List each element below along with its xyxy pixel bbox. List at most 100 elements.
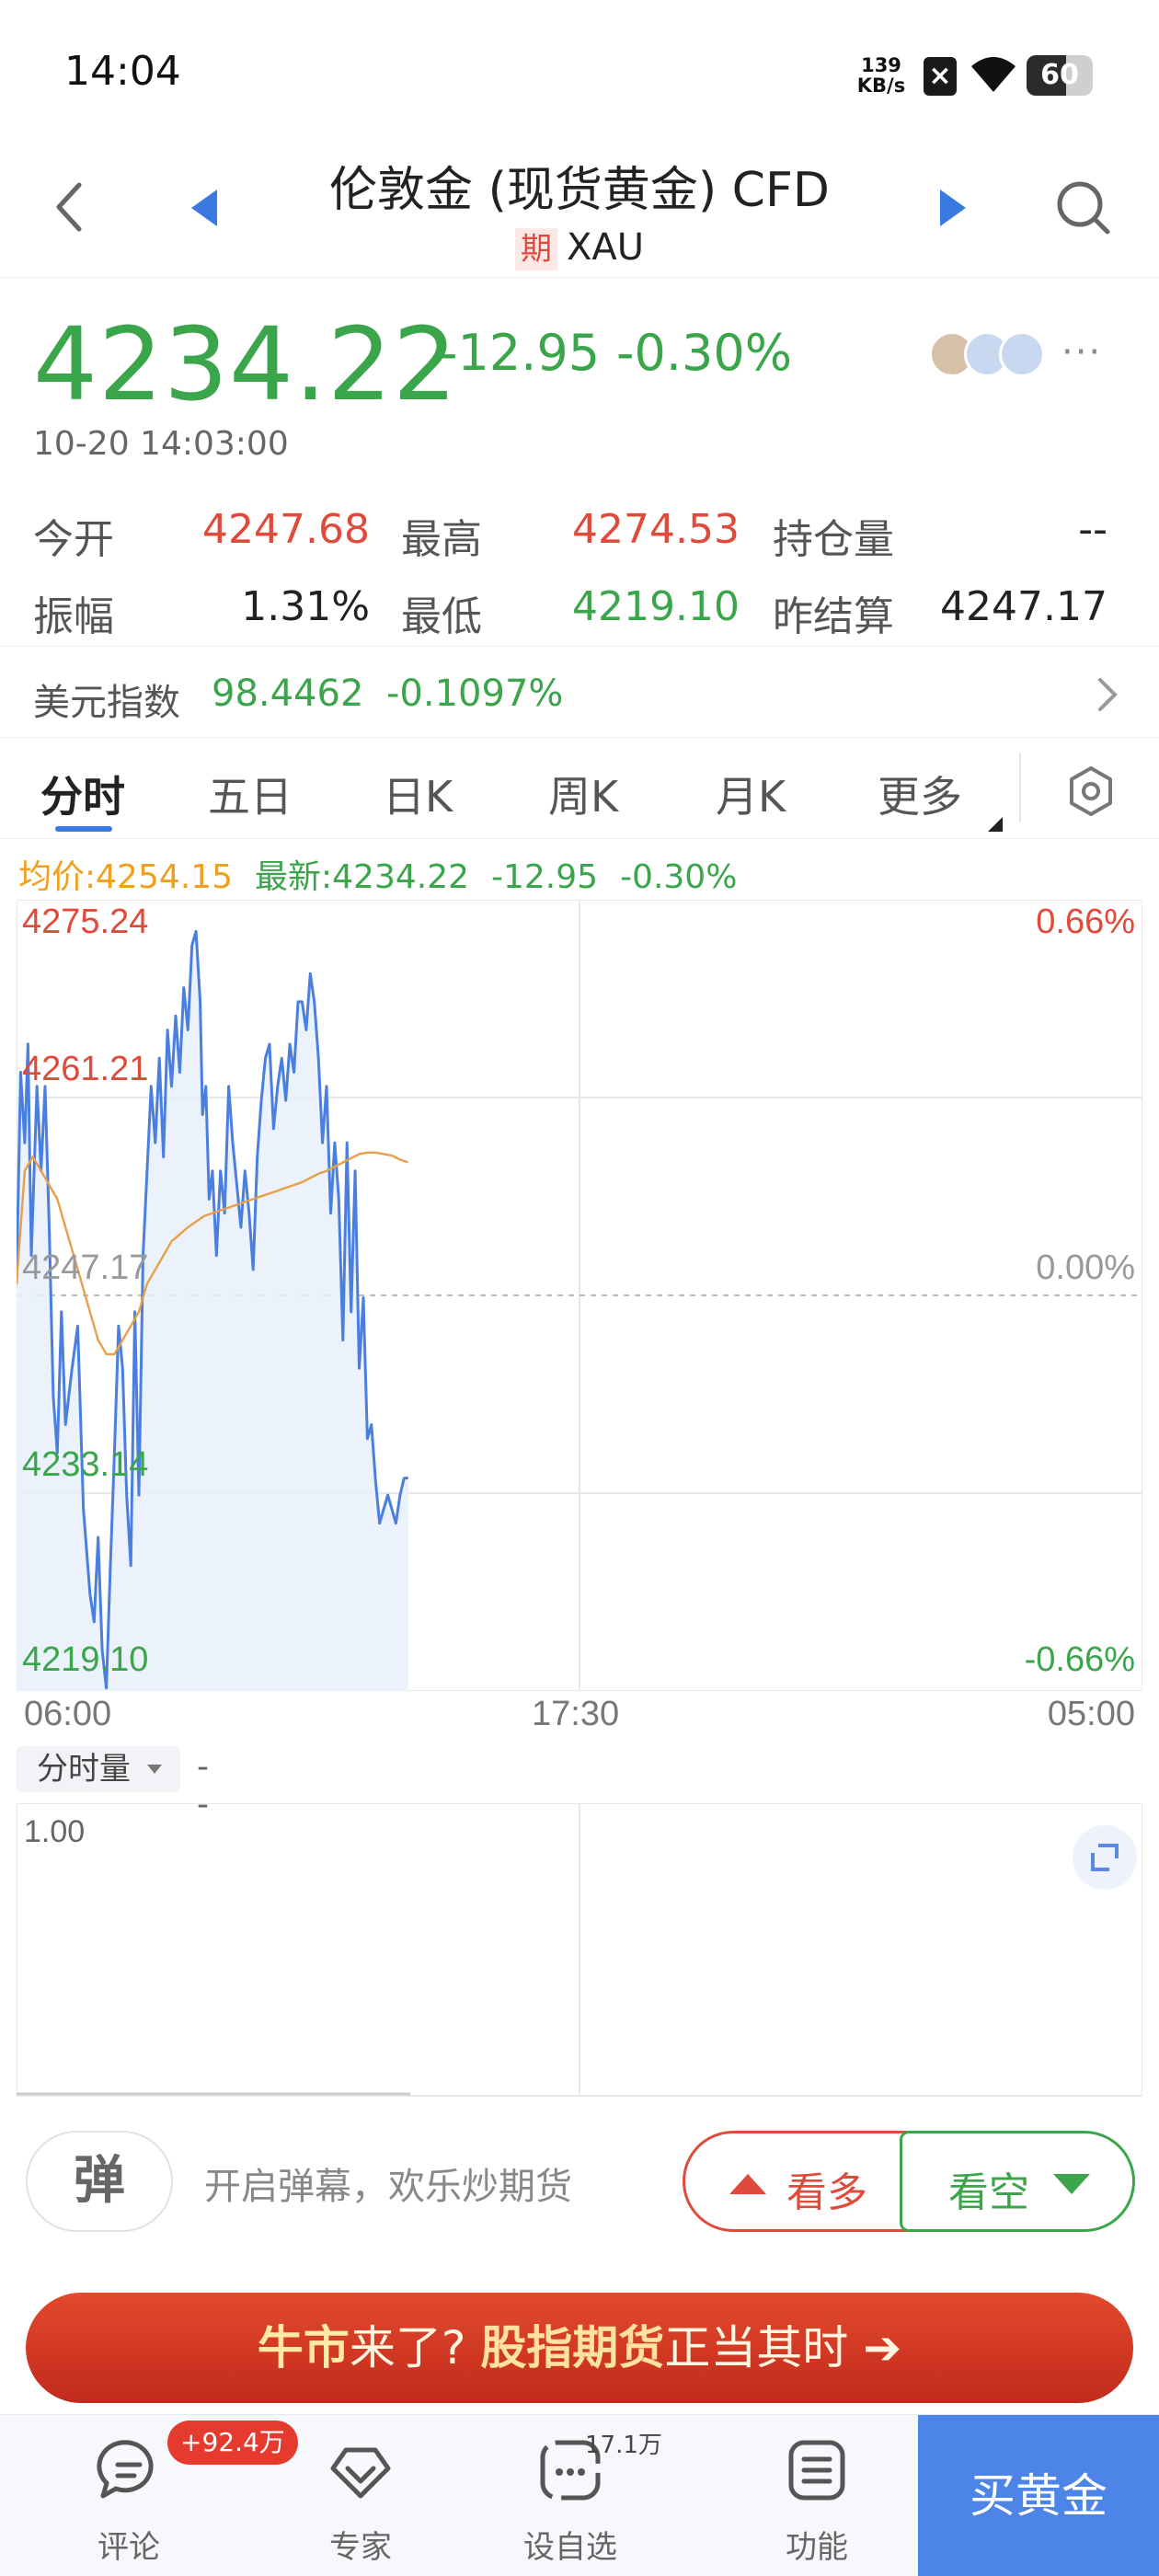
volume-selector-label: 分时量: [37, 1751, 131, 1788]
usd-index-label: 美元指数: [33, 682, 180, 724]
price-change-percent: -0.30%: [616, 324, 793, 382]
instrument-title: 伦敦金 (现货黄金) CFD: [329, 163, 830, 218]
instrument-code: XAU: [566, 226, 645, 269]
battery-icon: 60: [1027, 55, 1093, 96]
action-bar: 弹 开启弹幕，欢乐炒期货 看多 看空: [0, 2116, 1159, 2254]
danmu-toggle-button[interactable]: 弹: [26, 2131, 173, 2232]
usd-index-row[interactable]: 美元指数 98.4462 -0.1097%: [0, 646, 1159, 738]
prev-settle-label: 昨结算: [773, 593, 894, 640]
bearish-arrow-icon: [1053, 2174, 1090, 2194]
expert-icon: [330, 2447, 391, 2499]
quote-panel: 4234.22 -12.95 -0.30% 10-20 14:03:00 ···…: [0, 278, 1159, 644]
more-options-icon[interactable]: ···: [1061, 331, 1102, 374]
clock: 14:04: [64, 48, 181, 95]
quote-timestamp: 10-20 14:03:00: [33, 425, 289, 463]
last-price: 4234.22: [33, 305, 458, 423]
low-label: 最低: [401, 593, 482, 640]
price-change: -12.95: [440, 324, 601, 382]
previous-instrument-icon[interactable]: [191, 190, 217, 226]
nav-comment[interactable]: 评论 +92.4万: [37, 2415, 298, 2576]
nav-functions[interactable]: 功能: [725, 2415, 909, 2576]
tab-weekly-k[interactable]: 周K: [548, 764, 618, 824]
weibo-icon: [999, 331, 1045, 377]
volume-chart[interactable]: 1.00: [17, 1803, 1142, 2098]
price-area-fill: [17, 931, 408, 1691]
chart-settings-icon[interactable]: [1065, 765, 1117, 817]
legend-last-price: 最新:4234.22: [255, 858, 469, 896]
open-interest-label: 持仓量: [773, 516, 894, 563]
open-value: 4247.68: [202, 506, 370, 553]
prev-settle-value: 4247.17: [940, 583, 1107, 630]
tab-intraday[interactable]: 分时: [40, 764, 125, 824]
bullish-button[interactable]: 看多: [683, 2131, 916, 2232]
bullish-label: 看多: [786, 2169, 867, 2216]
usd-index-value: 98.4462: [212, 673, 364, 715]
back-arrow-icon[interactable]: [52, 179, 88, 235]
volume-selector[interactable]: 分时量: [17, 1746, 180, 1792]
percent-tick-label: -0.66%: [1025, 1640, 1135, 1679]
low-value: 4219.10: [572, 583, 740, 630]
percent-tick-label: 0.00%: [1036, 1248, 1135, 1287]
banner-text-1: 牛市: [257, 2321, 350, 2375]
y-tick-label: 4233.14: [22, 1445, 148, 1484]
nav-watchlist-label: 设自选: [523, 2529, 617, 2566]
caret-down-icon: [147, 1765, 162, 1774]
usd-index-change: -0.1097%: [386, 673, 564, 715]
tab-five-day[interactable]: 五日: [208, 764, 293, 824]
menu-icon: [788, 2440, 845, 2501]
x-tick-label: 06:00: [24, 1695, 112, 1733]
amplitude-value: 1.31%: [241, 583, 370, 630]
open-interest-value: --: [1078, 506, 1107, 553]
nav-expert[interactable]: 专家: [269, 2415, 453, 2576]
percent-tick-label: 0.66%: [1036, 903, 1135, 941]
search-icon[interactable]: [1054, 178, 1113, 237]
nav-expert-label: 专家: [329, 2529, 392, 2566]
y-tick-label: 4275.24: [22, 903, 148, 941]
app-header: 伦敦金 (现货黄金) CFD 期 XAU: [0, 138, 1159, 278]
y-tick-label: 4219.10: [22, 1640, 148, 1679]
network-speed-value: 139: [861, 54, 901, 76]
x-tick-label: 05:00: [1047, 1695, 1135, 1733]
y-tick-label: 4261.21: [22, 1050, 148, 1088]
tab-more[interactable]: 更多: [878, 764, 962, 824]
tab-divider: [1019, 753, 1021, 822]
nav-comment-label: 评论: [98, 2529, 160, 2566]
chart-legend: 均价:4254.15 最新:4234.22 -12.95 -0.30%: [18, 850, 759, 898]
network-speed: 139 KB/s: [855, 55, 907, 96]
high-value: 4274.53: [572, 506, 740, 553]
bottom-nav: 评论 +92.4万 专家 设自选 17.1万 功能 买黄金: [0, 2414, 1159, 2576]
promo-banner[interactable]: 牛市来了? 股指期货正当其时 ➔: [26, 2293, 1133, 2403]
network-speed-unit: KB/s: [856, 75, 906, 97]
buy-gold-button[interactable]: 买黄金: [918, 2415, 1159, 2576]
wifi-icon: [971, 57, 1016, 92]
futures-tag: 期: [514, 228, 557, 270]
legend-change: -12.95: [491, 858, 599, 896]
expand-chart-button[interactable]: [1073, 1825, 1137, 1890]
no-sim-icon: ×: [924, 57, 957, 96]
legend-change-percent: -0.30%: [620, 858, 738, 896]
bearish-label: 看空: [948, 2169, 1029, 2216]
dropdown-corner-icon: [988, 817, 1003, 832]
avatar-group[interactable]: [929, 331, 1049, 381]
battery-level: 60: [1040, 59, 1079, 91]
instrument-subtitle: 期 XAU: [276, 226, 883, 270]
watchlist-count: 17.1万: [585, 2432, 662, 2459]
x-tick-label: 17:30: [532, 1695, 620, 1733]
tab-daily-k[interactable]: 日K: [383, 764, 453, 824]
legend-average-price: 均价:4254.15: [18, 858, 233, 896]
nav-functions-label: 功能: [786, 2529, 848, 2566]
intraday-price-chart[interactable]: 4275.24 4261.21 4247.17 4233.14 4219.10 0.66%…: [17, 900, 1142, 1691]
stats-row: 今开 4247.68 最高 4274.53 持仓量 --: [0, 499, 1159, 572]
next-instrument-icon[interactable]: [940, 190, 966, 226]
banner-text-3: 股指期货: [480, 2321, 665, 2375]
status-bar: 14:04 139 KB/s × 60: [0, 0, 1159, 138]
banner-text-2: 来了?: [349, 2321, 481, 2375]
bullish-arrow-icon: [729, 2174, 766, 2194]
high-label: 最高: [401, 516, 482, 563]
bearish-button[interactable]: 看空: [900, 2131, 1135, 2232]
open-label: 今开: [33, 516, 114, 563]
banner-text-4: 正当其时 ➔: [664, 2321, 902, 2375]
active-tab-indicator: [55, 826, 112, 832]
tab-monthly-k[interactable]: 月K: [716, 764, 786, 824]
y-tick-label: 4247.17: [22, 1248, 148, 1287]
